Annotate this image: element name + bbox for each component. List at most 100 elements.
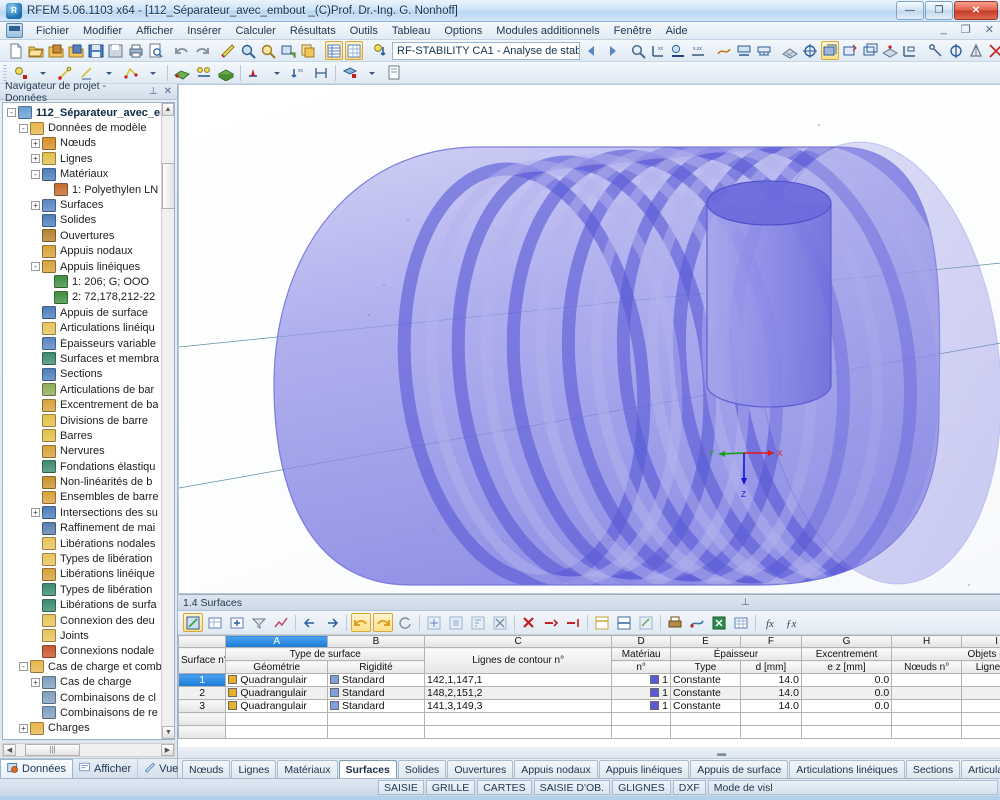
empty-cell[interactable] bbox=[326, 725, 426, 739]
support-dropdown-arrow[interactable] bbox=[267, 63, 287, 82]
tree-node[interactable]: Libérations linéique bbox=[3, 567, 174, 582]
scroll-up-icon[interactable]: ▲ bbox=[162, 103, 174, 116]
table-settings-icon[interactable] bbox=[636, 613, 656, 632]
tree-node[interactable]: Articulations linéiqu bbox=[3, 320, 174, 335]
empty-cell[interactable] bbox=[178, 725, 227, 739]
tree-node[interactable]: 1: 206; G; OOO bbox=[3, 274, 174, 289]
tree-node[interactable]: 1: Polyethylen LN bbox=[3, 182, 174, 197]
menu-modifier[interactable]: Modifier bbox=[76, 23, 129, 39]
menu-fenetre[interactable]: Fenêtre bbox=[607, 23, 659, 39]
empty-cell[interactable] bbox=[891, 712, 963, 726]
open-project-icon[interactable] bbox=[47, 41, 65, 60]
sheet-tab-ouvertures[interactable]: Ouvertures bbox=[447, 760, 514, 778]
empty-cell[interactable] bbox=[225, 725, 328, 739]
col-letter-h[interactable]: H bbox=[891, 635, 963, 648]
cell-thickness-type[interactable]: Constante bbox=[670, 673, 741, 687]
table-row[interactable]: 3 Quadrangulair Standard 141,3,149,3 1 Consta… bbox=[178, 699, 1000, 713]
table-window-split-icon[interactable] bbox=[592, 613, 612, 632]
render-model-icon[interactable] bbox=[669, 41, 687, 60]
navigator-tab-donnees[interactable]: Données bbox=[0, 759, 74, 778]
menu-outils[interactable]: Outils bbox=[343, 23, 385, 39]
mesh-icon[interactable] bbox=[781, 41, 799, 60]
pin-icon[interactable]: ⊥ bbox=[146, 86, 161, 97]
empty-cell[interactable] bbox=[423, 712, 613, 726]
col-letter-a[interactable]: A bbox=[225, 635, 328, 648]
values-xx-icon[interactable]: x.xx bbox=[689, 41, 707, 60]
cell-contour-lines[interactable]: 148,2,151,2 bbox=[423, 686, 613, 700]
intersect-icon[interactable] bbox=[987, 41, 1000, 60]
opening-dropdown-arrow[interactable] bbox=[362, 63, 382, 82]
find-node-icon[interactable] bbox=[629, 41, 647, 60]
empty-cell[interactable] bbox=[611, 725, 671, 739]
close-icon[interactable]: ✕ bbox=[161, 86, 175, 97]
row-number-cell[interactable]: 3 bbox=[178, 699, 227, 713]
support-reaction-icon[interactable] bbox=[735, 41, 753, 60]
tree-node[interactable]: Raffinement de mai bbox=[3, 521, 174, 536]
tree-node[interactable]: + Cas de charge bbox=[3, 674, 174, 689]
cell-lines-no[interactable] bbox=[961, 673, 1000, 687]
minimize-button[interactable]: — bbox=[896, 1, 924, 20]
col-letter-i[interactable]: I bbox=[961, 635, 1000, 648]
support-reaction-2-icon[interactable] bbox=[755, 41, 773, 60]
sheet-tab-appuis-lin-iques[interactable]: Appuis linéiques bbox=[598, 760, 690, 778]
tree-vertical-scrollbar[interactable]: ▲ ▼ bbox=[161, 103, 174, 739]
table-export-excel-icon[interactable] bbox=[709, 613, 729, 632]
col-letter-b[interactable]: B bbox=[326, 635, 426, 648]
row-number-cell[interactable]: 2 bbox=[178, 686, 227, 700]
cell-geometry[interactable]: Quadrangulair bbox=[225, 686, 328, 700]
mesh-refine-icon[interactable] bbox=[881, 41, 899, 60]
tree-node[interactable]: - Matériaux bbox=[3, 167, 174, 182]
dimension-icon[interactable] bbox=[901, 41, 919, 60]
sheet-tab-articulations-de-barre[interactable]: Articulations de barre bbox=[961, 760, 1000, 778]
sheet-tab-sections[interactable]: Sections bbox=[905, 760, 961, 778]
empty-cell[interactable] bbox=[326, 712, 426, 726]
tree-node[interactable]: Divisions de barre bbox=[3, 413, 174, 428]
menu-tableau[interactable]: Tableau bbox=[385, 23, 438, 39]
maximize-button[interactable]: ❐ bbox=[925, 1, 953, 20]
show-tables-icon[interactable] bbox=[325, 41, 343, 60]
new-surface-icon[interactable] bbox=[172, 63, 192, 82]
save-all-icon[interactable] bbox=[107, 41, 125, 60]
tree-node[interactable]: Surfaces et membra bbox=[3, 351, 174, 366]
tree-node[interactable]: Sections bbox=[3, 367, 174, 382]
expand-icon[interactable]: + bbox=[31, 154, 40, 164]
empty-cell[interactable] bbox=[178, 712, 227, 726]
surfaces-table-body[interactable]: 1 Quadrangulair Standard 142,1,147,1 1 Consta… bbox=[178, 673, 1000, 739]
tree-node[interactable]: Libérations de surfa bbox=[3, 598, 174, 613]
new-dimension-icon[interactable] bbox=[311, 63, 331, 82]
table-filter-icon[interactable] bbox=[249, 613, 269, 632]
cell-lines-no[interactable] bbox=[961, 686, 1000, 700]
table-export-table-icon[interactable] bbox=[731, 613, 751, 632]
new-support-icon[interactable] bbox=[194, 63, 214, 82]
cell-contour-lines[interactable]: 141,3,149,3 bbox=[423, 699, 613, 713]
toolbar-grip-2[interactable] bbox=[3, 64, 7, 81]
tree-node[interactable]: Connexions nodale bbox=[3, 644, 174, 659]
tree-node[interactable]: + Intersections des su bbox=[3, 505, 174, 520]
new-opening-icon[interactable] bbox=[340, 63, 360, 82]
zoom-window-icon[interactable] bbox=[239, 41, 257, 60]
cell-material-no[interactable]: 1 bbox=[611, 686, 671, 700]
save-icon[interactable] bbox=[87, 41, 105, 60]
cell-eccentricity-ez[interactable]: 0.0 bbox=[800, 699, 893, 713]
tree-node[interactable]: Fondations élastiqu bbox=[3, 459, 174, 474]
empty-cell[interactable] bbox=[423, 725, 613, 739]
col-letter-g[interactable]: G bbox=[800, 635, 893, 648]
table-delete-icon[interactable] bbox=[519, 613, 539, 632]
table-printout-icon[interactable] bbox=[687, 613, 707, 632]
table-stats-icon[interactable] bbox=[271, 613, 291, 632]
mdi-close-button[interactable]: ✕ bbox=[982, 23, 997, 36]
table-copy-icon[interactable] bbox=[446, 613, 466, 632]
undo-icon[interactable] bbox=[173, 41, 191, 60]
cell-thickness-d[interactable]: 14.0 bbox=[739, 686, 802, 700]
tree-node[interactable]: + Charges bbox=[3, 721, 174, 736]
tree-node[interactable]: - Données de modèle bbox=[3, 120, 174, 135]
expand-icon[interactable]: + bbox=[31, 677, 40, 687]
load-case-icon[interactable] bbox=[371, 41, 389, 60]
menu-modules-additionnels[interactable]: Modules additionnels bbox=[489, 23, 606, 39]
axis-system-icon[interactable]: xx bbox=[649, 41, 667, 60]
table-undo-icon[interactable] bbox=[351, 613, 371, 632]
menu-afficher[interactable]: Afficher bbox=[129, 23, 180, 39]
tree-node[interactable]: Ouvertures bbox=[3, 228, 174, 243]
tree-node[interactable]: Connexion des deu bbox=[3, 613, 174, 628]
status-grille[interactable]: GRILLE bbox=[425, 780, 476, 795]
